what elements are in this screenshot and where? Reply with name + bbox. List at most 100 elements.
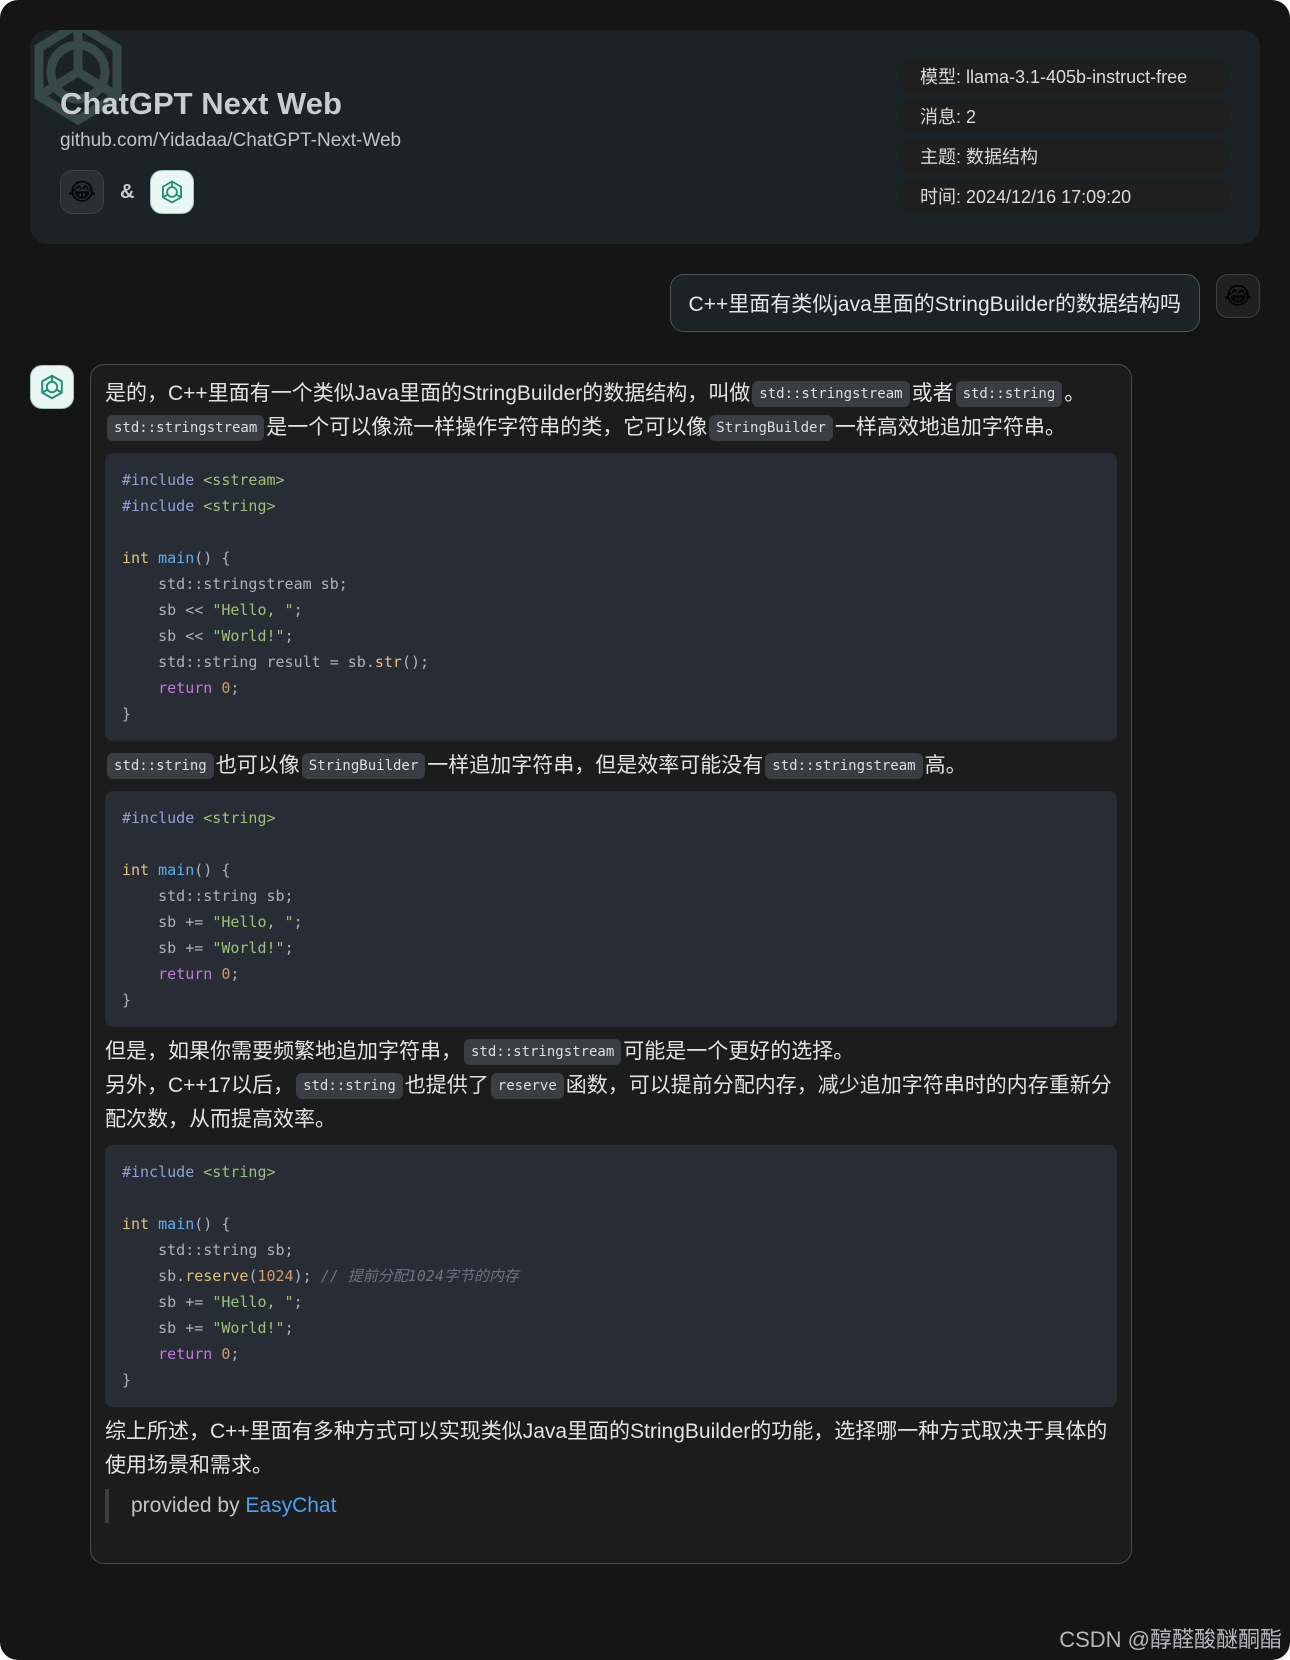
inline-code: std::string: [955, 381, 1063, 407]
inline-code: StringBuilder: [709, 415, 833, 441]
code-token: sb +=: [122, 1319, 213, 1337]
code-token: }: [122, 705, 132, 723]
code-token: sb.: [122, 1267, 186, 1285]
app-window: ChatGPT Next Web github.com/Yidadaa/Chat…: [0, 0, 1290, 1660]
inline-code: std::stringstream: [107, 415, 265, 441]
csdn-watermark: CSDN @醇醛酸醚酮酯: [1059, 1627, 1282, 1652]
code-token: sb +=: [122, 913, 213, 931]
answer-paragraph: 是的，C++里面有一个类似Java里面的StringBuilder的数据结构，叫…: [105, 377, 1117, 445]
bot-avatar: [150, 170, 195, 214]
text-span: 是一个可以像流一样操作字符串的类，它可以像: [266, 416, 708, 439]
code-token: sb <<: [122, 601, 213, 619]
code-token: int: [122, 1215, 150, 1233]
code-token: ;: [284, 627, 294, 645]
user-avatar: 😂: [1216, 274, 1260, 318]
code-token: <string>: [203, 497, 276, 515]
code-token: std::string result = sb.: [122, 653, 375, 671]
code-token: std::stringstream sb;: [122, 575, 348, 593]
code-token: "World!": [212, 627, 285, 645]
code-token: ;: [293, 1293, 303, 1311]
code-block[interactable]: #include <string> int main() { std::stri…: [105, 791, 1117, 1027]
code-token: main: [158, 549, 195, 567]
code-token: int: [122, 549, 150, 567]
laughing-emoji-icon: 😂: [1223, 282, 1253, 310]
code-token: ;: [284, 1319, 294, 1337]
app-repo-link[interactable]: github.com/Yidadaa/ChatGPT-Next-Web: [60, 130, 401, 152]
code-token: std::string sb;: [122, 887, 294, 905]
text-span: 可能是一个更好的选择。: [623, 1040, 855, 1063]
laughing-emoji-icon: 😂: [67, 178, 97, 206]
code-token: std::string sb;: [122, 1241, 294, 1259]
openai-logo-icon: [41, 374, 63, 400]
bot-message: 是的，C++里面有一个类似Java里面的StringBuilder的数据结构，叫…: [90, 364, 1132, 1564]
code-token: str: [374, 653, 402, 671]
text-span: 也提供了: [404, 1074, 489, 1097]
code-token: "World!": [212, 1319, 285, 1337]
export-header: ChatGPT Next Web github.com/Yidadaa/Chat…: [30, 30, 1260, 244]
provided-by-label: provided by: [131, 1494, 246, 1517]
code-token: "Hello, ": [212, 913, 294, 931]
code-token: return: [122, 965, 213, 983]
code-token: main: [158, 1215, 195, 1233]
code-token: () {: [194, 861, 231, 879]
code-token: "Hello, ": [212, 1293, 294, 1311]
code-token: return: [122, 679, 213, 697]
code-token: return: [122, 1345, 213, 1363]
code-token: ;: [230, 965, 240, 983]
meta-time: 时间: 2024/12/16 17:09:20: [898, 180, 1230, 214]
inline-code: std::stringstream: [464, 1039, 622, 1065]
text-span: 一样高效地追加字符串。: [834, 416, 1066, 439]
inline-code: std::stringstream: [765, 753, 923, 779]
code-block[interactable]: #include <sstream> #include <string> int…: [105, 453, 1117, 741]
text-span: 也可以像: [215, 754, 300, 777]
code-token: ;: [230, 679, 240, 697]
code-token: );: [293, 1267, 321, 1285]
text-span: 。: [1064, 382, 1086, 405]
code-token: sb +=: [122, 939, 213, 957]
code-token: () {: [194, 549, 231, 567]
code-token: ;: [293, 913, 303, 931]
user-message: C++里面有类似java里面的StringBuilder的数据结构吗: [669, 274, 1200, 332]
code-token: <sstream>: [203, 471, 285, 489]
user-avatar: 😂: [60, 170, 104, 214]
provided-by-quote: provided by EasyChat: [105, 1489, 1117, 1523]
code-token: "Hello, ": [212, 601, 294, 619]
participants-separator: &: [120, 180, 135, 203]
code-token: }: [122, 991, 132, 1009]
code-token: <string>: [203, 809, 276, 827]
chat-meta: 模型: llama-3.1-405b-instruct-free 消息: 2 主…: [898, 60, 1230, 220]
code-comment: // 提前分配1024字节的内存: [320, 1267, 519, 1285]
code-token: #include: [122, 497, 195, 515]
inline-code: StringBuilder: [301, 753, 426, 779]
inline-code: reserve: [490, 1073, 564, 1099]
code-token: ;: [284, 939, 294, 957]
bot-avatar: [30, 365, 74, 409]
code-token: sb +=: [122, 1293, 213, 1311]
code-token: main: [158, 861, 195, 879]
code-token: ;: [230, 1345, 240, 1363]
text-span: 另外，C++17以后，: [105, 1074, 295, 1097]
code-token: }: [122, 1371, 132, 1389]
code-token: #include: [122, 809, 195, 827]
user-message-row: C++里面有类似java里面的StringBuilder的数据结构吗 😂: [669, 274, 1260, 332]
answer-paragraph: std::string 也可以像 StringBuilder 一样追加字符串，但是效率…: [105, 749, 1117, 783]
text-span: 或者: [911, 382, 954, 405]
openai-logo-icon: [162, 180, 183, 204]
code-block[interactable]: #include <string> int main() { std::stri…: [105, 1145, 1117, 1407]
easychat-link[interactable]: EasyChat: [245, 1494, 336, 1517]
code-token: #include: [122, 1163, 195, 1181]
code-token: 1024: [257, 1267, 294, 1285]
code-token: <string>: [203, 1163, 276, 1181]
code-token: ();: [401, 653, 430, 671]
inline-code: std::string: [296, 1073, 403, 1099]
participants: 😂 &: [60, 170, 195, 214]
code-token: () {: [194, 1215, 231, 1233]
text-span: 是的，C++里面有一个类似Java里面的StringBuilder的数据结构，叫…: [105, 382, 751, 405]
code-token: #include: [122, 471, 195, 489]
code-token: reserve: [185, 1267, 249, 1285]
text-span: 一样追加字符串，但是效率可能没有: [427, 754, 764, 777]
answer-paragraph: 综上所述，C++里面有多种方式可以实现类似Java里面的StringBuilde…: [105, 1420, 1108, 1477]
text-span: 但是，如果你需要频繁地追加字符串，: [105, 1040, 462, 1063]
app-title: ChatGPT Next Web: [60, 86, 342, 121]
code-token: int: [122, 861, 150, 879]
